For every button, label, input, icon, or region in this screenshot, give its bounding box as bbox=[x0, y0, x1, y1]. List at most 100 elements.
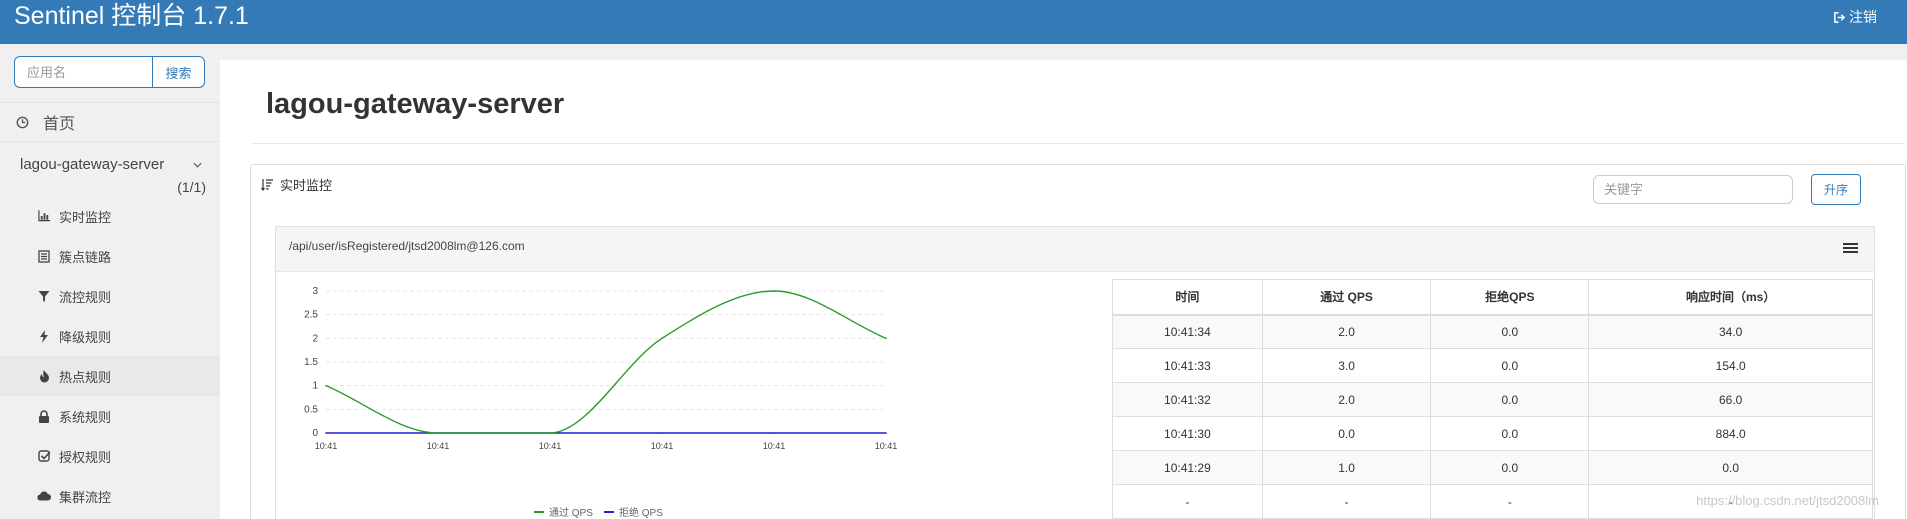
keyword-search-input[interactable] bbox=[1593, 175, 1793, 204]
table-header-row: 时间 通过 QPS 拒绝QPS 响应时间（ms） bbox=[1112, 279, 1873, 316]
table-cell: 66.0 bbox=[1588, 382, 1873, 417]
sidebar-item-label: 授权规则 bbox=[59, 449, 112, 465]
cloud-icon bbox=[37, 489, 51, 503]
table-cell: 10:41:34 bbox=[1112, 314, 1263, 349]
y-tick-label: 2 bbox=[312, 333, 318, 344]
panel-heading: 实时监控 bbox=[261, 175, 332, 194]
table-cell: - bbox=[1430, 484, 1590, 519]
data-point bbox=[661, 337, 663, 340]
sort-amount-icon bbox=[261, 179, 273, 191]
data-point bbox=[325, 384, 327, 387]
sidebar-item-authority-rules[interactable]: 授权规则 bbox=[0, 436, 220, 476]
x-tick-label: 10:41 bbox=[427, 441, 450, 451]
app-menu-toggle[interactable]: lagou-gateway-server bbox=[20, 156, 164, 173]
sidebar-item-label: 流控规则 bbox=[59, 289, 112, 305]
column-header-block-qps: 拒绝QPS bbox=[1430, 279, 1590, 316]
x-tick-label: 10:41 bbox=[875, 441, 898, 451]
app-search-button[interactable]: 搜索 bbox=[152, 56, 205, 88]
y-tick-label: 1.5 bbox=[304, 357, 318, 368]
table-cell: 0.0 bbox=[1430, 382, 1590, 417]
legend-label: 拒绝 QPS bbox=[619, 506, 663, 519]
legend-label: 通过 QPS bbox=[549, 506, 593, 519]
table-cell: 10:41:32 bbox=[1112, 382, 1263, 417]
y-tick-label: 1 bbox=[312, 381, 318, 392]
realtime-monitor-panel: 实时监控 升序 /api/user/isRegistered/jtsd2008l… bbox=[250, 164, 1906, 519]
table-row: 10:41:33 3.0 0.0 154.0 bbox=[1112, 348, 1873, 383]
sidebar-item-label: 簇点链路 bbox=[59, 249, 112, 265]
sidebar-item-cluster-flow[interactable]: 集群流控 bbox=[0, 476, 220, 516]
logout-link[interactable]: 注销 bbox=[1833, 7, 1877, 27]
sidebar-item-label: 热点规则 bbox=[59, 369, 112, 385]
chevron-down-icon[interactable] bbox=[193, 157, 202, 171]
data-point bbox=[773, 290, 775, 292]
table-cell: - bbox=[1261, 484, 1432, 519]
sidebar-item-flow-rules[interactable]: 流控规则 bbox=[0, 276, 220, 316]
resource-card-header: /api/user/isRegistered/jtsd2008lm@126.co… bbox=[276, 227, 1874, 272]
app-machine-count: (1/1) bbox=[177, 179, 206, 195]
fire-icon bbox=[37, 369, 51, 383]
app-menu: 实时监控 簇点链路 流控规则 降级规则 热点规则 系统规则 授权规则 集群流控 bbox=[0, 196, 220, 516]
table-cell: 3.0 bbox=[1261, 348, 1432, 383]
data-point bbox=[437, 432, 439, 434]
sidebar-item-label: 系统规则 bbox=[59, 409, 112, 425]
x-tick-label: 10:41 bbox=[539, 441, 562, 451]
table-cell: - bbox=[1112, 484, 1263, 519]
main-content: lagou-gateway-server 实时监控 升序 /api/user/i… bbox=[220, 60, 1907, 519]
check-icon bbox=[37, 449, 51, 463]
table-cell: 0.0 bbox=[1588, 450, 1873, 485]
table-cell: 2.0 bbox=[1261, 382, 1432, 417]
y-tick-label: 3 bbox=[312, 286, 318, 297]
flash-icon bbox=[37, 329, 51, 343]
qps-stats-table: 时间 通过 QPS 拒绝QPS 响应时间（ms） 10:41:34 2.0 0.0 3… bbox=[1112, 279, 1873, 519]
table-cell: 2.0 bbox=[1261, 314, 1432, 349]
app-search: 搜索 bbox=[14, 56, 205, 88]
y-tick-label: 2.5 bbox=[304, 310, 318, 321]
sidebar-item-label: 实时监控 bbox=[59, 209, 112, 225]
resource-name: /api/user/isRegistered/jtsd2008lm@126.co… bbox=[289, 239, 525, 253]
table-cell: 10:41:33 bbox=[1112, 348, 1263, 383]
sidebar: 搜索 首页 lagou-gateway-server (1/1) 实时监控 簇点… bbox=[0, 44, 220, 519]
data-point bbox=[885, 337, 887, 340]
y-tick-label: 0 bbox=[312, 428, 318, 439]
qps-line-chart: 0 0.5 1 1.5 2 2.5 3 10:41 10:41 10:41 10:41 10:41 10… bbox=[304, 286, 898, 519]
bar-chart-icon bbox=[37, 209, 51, 223]
app-search-input[interactable] bbox=[14, 56, 152, 88]
table-cell: 10:41:30 bbox=[1112, 416, 1263, 451]
page-title: lagou-gateway-server bbox=[266, 88, 565, 120]
data-point bbox=[885, 432, 887, 434]
table-cell: 0.0 bbox=[1430, 450, 1590, 485]
sidebar-item-realtime-monitor[interactable]: 实时监控 bbox=[0, 196, 220, 236]
y-tick-label: 0.5 bbox=[304, 404, 318, 415]
sidebar-item-system-rules[interactable]: 系统规则 bbox=[0, 396, 220, 436]
table-row: 10:41:34 2.0 0.0 34.0 bbox=[1112, 314, 1873, 349]
table-cell: 34.0 bbox=[1588, 314, 1873, 349]
x-tick-label: 10:41 bbox=[651, 441, 674, 451]
list-icon bbox=[37, 249, 51, 263]
sidebar-item-cluster-link[interactable]: 簇点链路 bbox=[0, 236, 220, 276]
app-title[interactable]: Sentinel 控制台 1.7.1 bbox=[14, 1, 249, 31]
filter-icon bbox=[37, 289, 51, 303]
table-row: 10:41:32 2.0 0.0 66.0 bbox=[1112, 382, 1873, 417]
column-header-pass-qps: 通过 QPS bbox=[1261, 279, 1432, 316]
sidebar-item-label: 集群流控 bbox=[59, 489, 112, 505]
table-cell: 1.0 bbox=[1261, 450, 1432, 485]
table-cell: 884.0 bbox=[1588, 416, 1873, 451]
table-row: 10:41:29 1.0 0.0 0.0 bbox=[1112, 450, 1873, 485]
sort-order-button[interactable]: 升序 bbox=[1811, 174, 1861, 205]
sidebar-item-degrade-rules[interactable]: 降级规则 bbox=[0, 316, 220, 356]
data-point bbox=[773, 432, 775, 434]
table-cell: 154.0 bbox=[1588, 348, 1873, 383]
sidebar-item-hotspot-rules[interactable]: 热点规则 bbox=[0, 356, 220, 396]
table-row: 10:41:30 0.0 0.0 884.0 bbox=[1112, 416, 1873, 451]
sidebar-item-home[interactable]: 首页 bbox=[0, 102, 220, 142]
data-point bbox=[549, 432, 551, 434]
table-cell: 0.0 bbox=[1430, 348, 1590, 383]
watermark: https://blog.csdn.net/jtsd2008lm bbox=[1696, 493, 1879, 508]
divider bbox=[252, 143, 1904, 144]
logout-label: 注销 bbox=[1849, 9, 1877, 25]
hamburger-menu-icon[interactable] bbox=[1843, 241, 1858, 257]
sidebar-item-label: 首页 bbox=[43, 116, 76, 133]
column-header-time: 时间 bbox=[1112, 279, 1263, 316]
sign-out-icon bbox=[1834, 11, 1846, 23]
table-cell: 0.0 bbox=[1430, 416, 1590, 451]
